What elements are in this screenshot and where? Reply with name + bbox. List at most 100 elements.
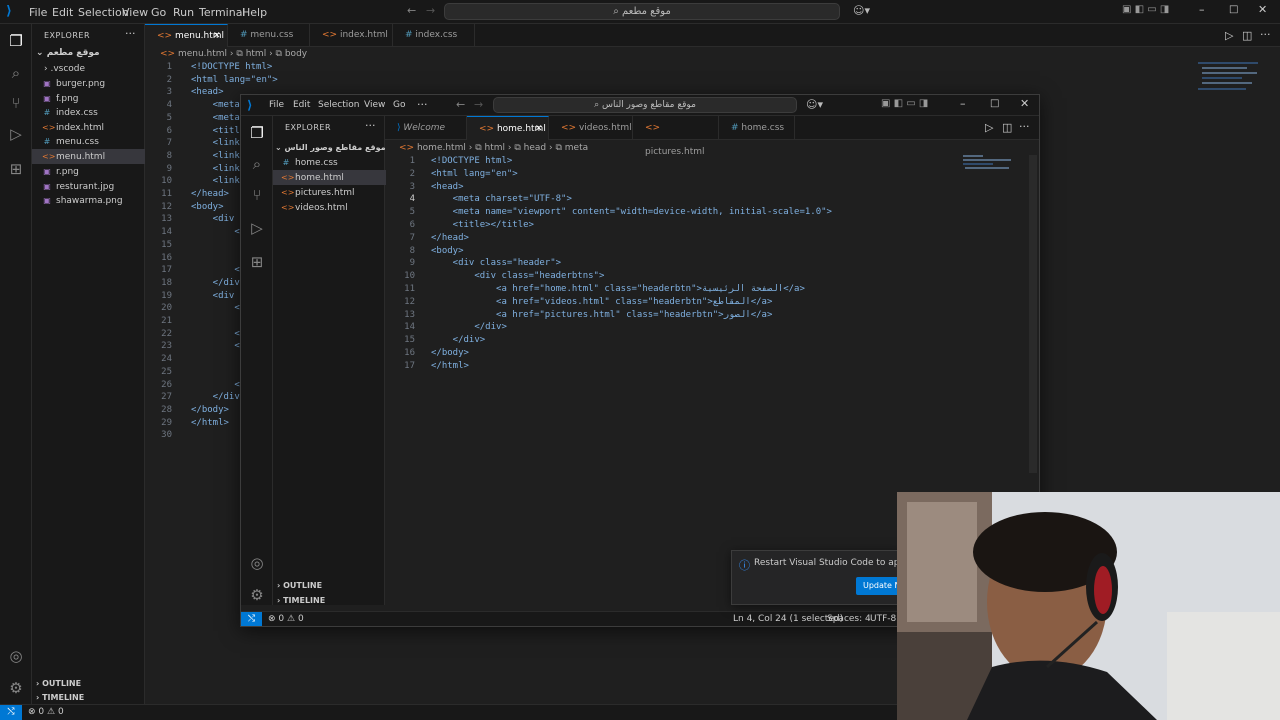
indentation-status[interactable]: Spaces: 4 — [827, 612, 871, 626]
tree-item-f-png[interactable]: ▣ f.png — [32, 91, 145, 106]
outline-section[interactable]: › OUTLINE — [273, 578, 386, 593]
search-icon[interactable]: ⌕ — [7, 64, 25, 82]
run-debug-icon[interactable]: ▷ — [248, 219, 266, 237]
back-arrow-icon[interactable]: ← — [456, 98, 465, 111]
command-center-search[interactable]: ⌕ موقع مطعم — [444, 3, 840, 20]
close-tab-icon[interactable]: ✕ — [213, 25, 221, 48]
update-now-button[interactable]: Update N — [856, 577, 901, 595]
menu-file[interactable]: File — [29, 6, 47, 19]
maximize-icon[interactable]: □ — [990, 98, 999, 109]
close-tab-icon[interactable]: ✕ — [535, 117, 543, 141]
more-actions-icon[interactable]: ··· — [1260, 28, 1271, 41]
menu-help[interactable]: Help — [242, 6, 267, 19]
maximize-icon[interactable]: □ — [1229, 4, 1238, 15]
command-center-search[interactable]: ⌕ موقع مقاطع وصور الناس — [493, 97, 797, 113]
extensions-icon[interactable]: ⊞ — [7, 160, 25, 178]
outline-section[interactable]: › OUTLINE — [32, 676, 145, 691]
forward-arrow-icon[interactable]: → — [426, 4, 435, 17]
tree-item-home-html[interactable]: <>home.html — [273, 170, 386, 185]
tree-item-videos-html[interactable]: <>videos.html — [273, 200, 386, 215]
layout-toggle-icon[interactable]: ▣ ◧ ▭ ◨ — [881, 98, 928, 109]
minimize-icon[interactable]: – — [1199, 3, 1205, 16]
tree-item-r-png[interactable]: ▣ r.png — [32, 164, 145, 179]
menu-edit[interactable]: Edit — [52, 6, 73, 19]
breadcrumb-item[interactable]: meta — [565, 143, 588, 153]
tab-welcome[interactable]: ⟩ Welcome — [385, 116, 467, 140]
more-menu-icon[interactable]: ··· — [417, 98, 428, 111]
tree-item-shawarma-png[interactable]: ▣ shawarma.png — [32, 193, 145, 208]
source-control-icon[interactable]: ⑂ — [248, 186, 266, 204]
breadcrumb-item[interactable]: html — [485, 143, 506, 153]
menu-go[interactable]: Go — [393, 100, 405, 110]
menu-file[interactable]: File — [269, 100, 284, 110]
tab-index-css[interactable]: # index.css — [393, 24, 475, 47]
menu-view[interactable]: View — [122, 6, 148, 19]
tree-item-menu-css[interactable]: # menu.css — [32, 134, 145, 149]
menu-view[interactable]: View — [364, 100, 385, 110]
menu-edit[interactable]: Edit — [293, 100, 310, 110]
explorer-icon[interactable]: ❐ — [248, 124, 266, 142]
more-actions-icon[interactable]: ··· — [125, 27, 136, 40]
folder-root[interactable]: ⌄ موقع مطعم — [32, 46, 145, 61]
tree-item-index-html[interactable]: <>index.html — [32, 120, 145, 135]
outer-minimap[interactable] — [1196, 60, 1270, 102]
copilot-icon[interactable]: ☺▾ — [806, 98, 823, 111]
more-actions-icon[interactable]: ··· — [365, 119, 376, 132]
run-icon[interactable]: ▷ — [1225, 29, 1233, 42]
vertical-scrollbar[interactable] — [1029, 155, 1037, 473]
remote-icon[interactable]: ⤭ — [0, 705, 22, 720]
inner-minimap[interactable] — [961, 153, 1021, 177]
search-icon[interactable]: ⌕ — [248, 155, 266, 173]
run-debug-icon[interactable]: ▷ — [7, 125, 25, 143]
extensions-icon[interactable]: ⊞ — [248, 253, 266, 271]
breadcrumb-item[interactable]: html — [246, 49, 267, 59]
encoding-status[interactable]: UTF-8 — [870, 612, 896, 626]
settings-gear-icon[interactable]: ⚙ — [7, 679, 25, 697]
tree-item-vscode[interactable]: › .vscode — [32, 62, 145, 77]
menu-run[interactable]: Run — [173, 6, 194, 19]
back-arrow-icon[interactable]: ← — [407, 4, 416, 17]
tab-pictures-html[interactable]: <> pictures.html — [633, 116, 719, 157]
breadcrumb-item[interactable]: body — [285, 49, 307, 59]
forward-arrow-icon[interactable]: → — [474, 98, 483, 111]
remote-icon[interactable]: ⤭ — [241, 612, 262, 626]
menu-terminal[interactable]: Terminal — [199, 6, 246, 19]
tree-item-pictures-html[interactable]: <>pictures.html — [273, 185, 386, 200]
tree-item-resturant-jpg[interactable]: ▣ resturant.jpg — [32, 179, 145, 194]
layout-toggle-icon[interactable]: ▣ ◧ ▭ ◨ — [1122, 4, 1169, 15]
tree-item-index-css[interactable]: # index.css — [32, 105, 145, 120]
close-icon[interactable]: ✕ — [1258, 3, 1267, 16]
run-icon[interactable]: ▷ — [985, 121, 993, 134]
timeline-section[interactable]: › TIMELINE — [32, 690, 145, 705]
split-editor-icon[interactable]: ◫ — [1242, 29, 1252, 42]
breadcrumb-item[interactable]: menu.html — [178, 49, 227, 59]
menu-go[interactable]: Go — [151, 6, 166, 19]
breadcrumb-item[interactable]: head — [524, 143, 546, 153]
settings-gear-icon[interactable]: ⚙ — [248, 586, 266, 604]
tree-item-home-css[interactable]: # home.css — [273, 155, 386, 170]
tab-index-html[interactable]: <> index.html — [310, 24, 393, 47]
split-editor-icon[interactable]: ◫ — [1002, 121, 1012, 134]
timeline-section[interactable]: › TIMELINE — [273, 593, 386, 608]
more-actions-icon[interactable]: ··· — [1019, 120, 1030, 133]
close-icon[interactable]: ✕ — [1020, 97, 1029, 110]
tab-videos-html[interactable]: <> videos.html — [549, 116, 633, 140]
tab-home-html[interactable]: <> home.html ✕ — [467, 116, 549, 140]
tab-home-css[interactable]: # home.css — [719, 116, 795, 140]
minimize-icon[interactable]: – — [960, 97, 966, 110]
folder-root[interactable]: ⌄ موقع مقاطع وصور الناس — [273, 140, 386, 155]
breadcrumb-item[interactable]: home.html — [417, 143, 466, 153]
tree-item-menu-html[interactable]: <>menu.html — [32, 149, 145, 164]
copilot-icon[interactable]: ☺▾ — [853, 4, 870, 17]
problems-indicator[interactable]: ⊗ 0 ⚠ 0 — [268, 612, 304, 626]
account-icon[interactable]: ◎ — [248, 554, 266, 572]
account-icon[interactable]: ◎ — [7, 647, 25, 665]
line-number: 21 — [161, 316, 172, 326]
tab-menu-html[interactable]: <> menu.html ✕ — [145, 24, 228, 47]
tab-menu-css[interactable]: # menu.css — [228, 24, 310, 47]
tree-item-burger-png[interactable]: ▣ burger.png — [32, 76, 145, 91]
problems-indicator[interactable]: ⊗ 0 ⚠ 0 — [28, 705, 64, 720]
explorer-icon[interactable]: ❐ — [7, 32, 25, 50]
menu-selection[interactable]: Selection — [318, 100, 359, 110]
source-control-icon[interactable]: ⑂ — [7, 94, 25, 112]
